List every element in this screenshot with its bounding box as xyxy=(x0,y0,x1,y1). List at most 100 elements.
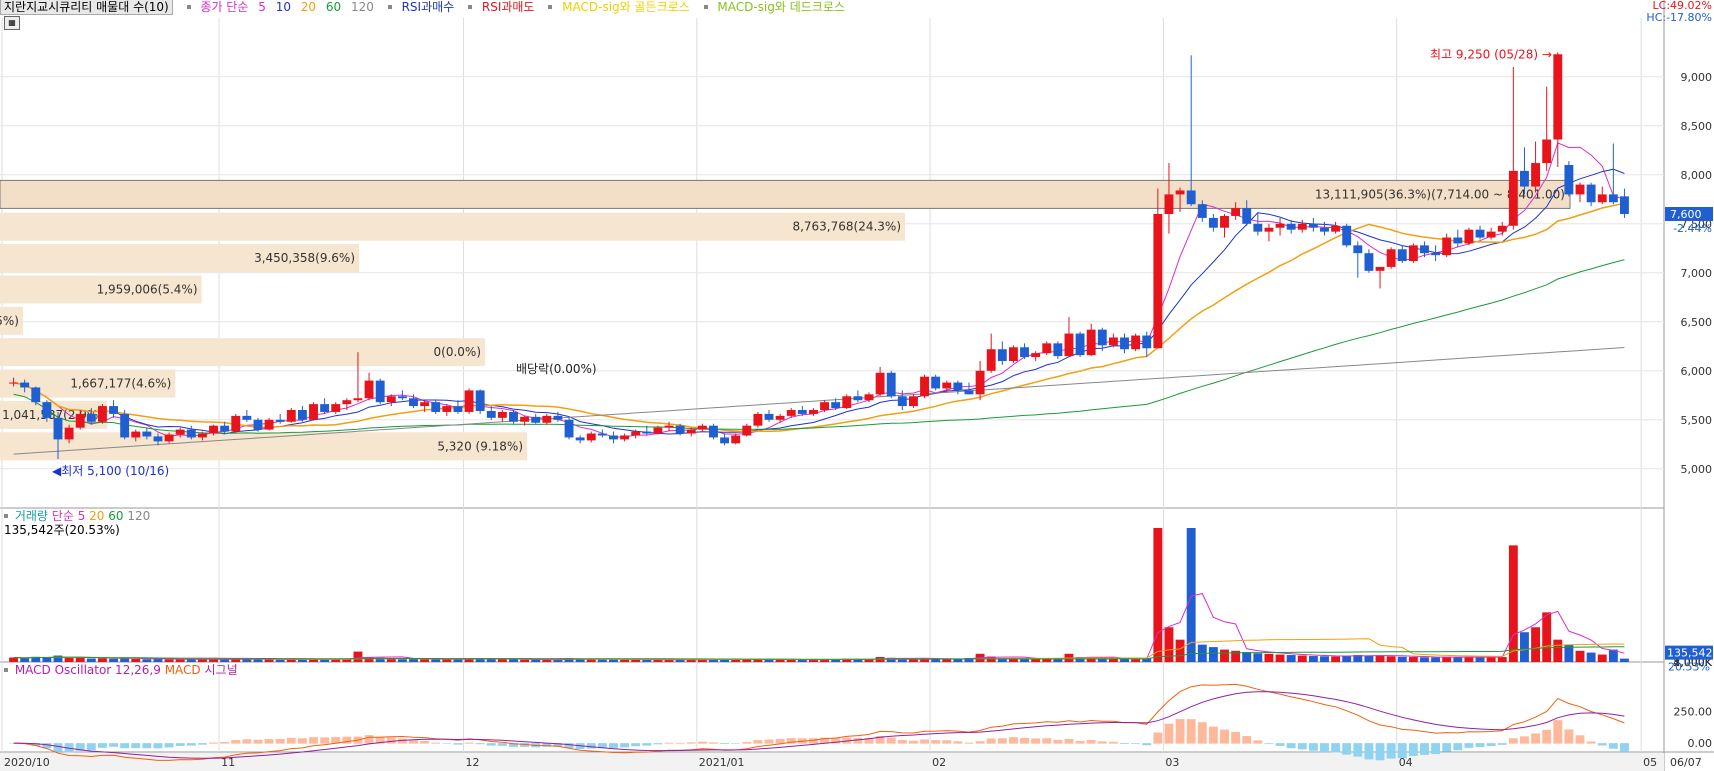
macd-osc-bar xyxy=(320,737,330,744)
volume-bar xyxy=(1531,627,1541,662)
volume-bar xyxy=(1331,656,1341,662)
macd-osc-bar xyxy=(620,743,630,748)
candle-body xyxy=(686,429,696,434)
macd-osc-bar xyxy=(386,737,396,744)
candle-body xyxy=(831,402,841,409)
macd-osc-bar xyxy=(1597,743,1607,746)
macd-osc-bar xyxy=(1264,743,1274,744)
candle-body xyxy=(353,398,363,401)
candle-body xyxy=(9,382,18,384)
candle-body xyxy=(1553,54,1563,140)
volume-profile-label: 8,763,768(24.3%) xyxy=(792,220,901,234)
volume-bar xyxy=(197,659,207,662)
candle-body xyxy=(1520,170,1529,187)
macd-osc-bar xyxy=(109,743,118,747)
volume-bar xyxy=(1120,659,1129,662)
high-annotation: 최고 9,250 (05/28) → xyxy=(1430,47,1552,61)
vol-ma120-label: 120 xyxy=(127,509,151,523)
macd-osc-bar xyxy=(1586,741,1596,744)
candle-body xyxy=(1208,217,1218,228)
candle-body xyxy=(31,387,41,403)
volume-bar xyxy=(86,658,96,662)
volume-bar xyxy=(1031,659,1041,662)
macd-osc-bar xyxy=(975,741,985,744)
candle-body xyxy=(842,396,852,409)
macd-osc-bar xyxy=(586,743,596,749)
macd-osc-bar xyxy=(1386,743,1396,759)
volume-bar xyxy=(331,659,341,662)
candle-body xyxy=(931,376,941,389)
candle-body xyxy=(109,406,118,414)
candle-body xyxy=(1231,208,1241,216)
macd-osc-bar xyxy=(631,743,641,747)
candle-body xyxy=(409,398,418,407)
volume-bar xyxy=(1131,659,1141,662)
candle-body xyxy=(364,380,374,399)
rsi-buy-label: RSI과매수 xyxy=(401,0,455,14)
candle-body xyxy=(420,402,430,407)
signal-label: 시그널 xyxy=(204,663,238,677)
volume-bar xyxy=(1320,656,1329,662)
macd-osc-bar xyxy=(464,742,474,744)
candle-body xyxy=(1386,249,1396,267)
candle-body xyxy=(597,433,607,436)
chart-title[interactable]: 지란지교시큐리티 매물대 수(10) xyxy=(0,0,173,15)
candle-body xyxy=(331,404,341,412)
macd-osc-bar xyxy=(1608,743,1618,749)
candle-body xyxy=(509,411,518,422)
volume-ma5-line xyxy=(13,592,1625,661)
candle-body xyxy=(1008,347,1018,361)
candle-body xyxy=(242,415,252,420)
candle-body xyxy=(531,416,541,423)
volume-bar xyxy=(1308,656,1318,662)
legend-bullet xyxy=(4,513,8,518)
volume-ma-title: 단순 xyxy=(51,509,74,523)
candle-body xyxy=(264,419,274,430)
volume-profile-label: 0(0.0%) xyxy=(434,345,481,359)
volume-current-pct: 20.53% xyxy=(1668,661,1710,674)
macd-osc-bar xyxy=(1131,743,1141,744)
volume-bar xyxy=(1597,654,1607,662)
macd-osc-bar xyxy=(1553,720,1563,744)
candle-body xyxy=(64,427,74,440)
volume-bar xyxy=(353,651,363,662)
candle-body xyxy=(1064,333,1074,357)
macd-osc-bar xyxy=(1353,743,1363,757)
price-tick-label: 6,000 xyxy=(1681,365,1713,378)
macd-osc-bar xyxy=(1097,741,1107,744)
volume-bar xyxy=(908,659,918,662)
candle-body xyxy=(886,372,896,397)
candle-body xyxy=(1086,329,1096,356)
macd-osc-bar xyxy=(731,743,741,744)
macd-osc-bar xyxy=(1020,737,1029,744)
candle-body xyxy=(908,396,918,407)
macd-osc-bar xyxy=(853,737,863,744)
candle-body xyxy=(620,435,630,440)
x-tick-label: 12 xyxy=(465,756,479,769)
macd-tick-label: 0.00 xyxy=(1688,737,1713,750)
grid-toggle-icon[interactable]: ▦ xyxy=(4,16,20,30)
candle-body xyxy=(342,400,352,405)
volume-title: 거래량 xyxy=(14,509,48,523)
hc-label: HC:-17.80% xyxy=(1646,11,1712,24)
macd-dead-label: MACD-sig와 데드크로스 xyxy=(717,0,845,14)
legend-bullet xyxy=(703,4,708,9)
candle-body xyxy=(1564,165,1574,195)
candle-body xyxy=(1042,343,1052,354)
candle-body xyxy=(209,425,218,434)
volume-bars xyxy=(9,528,1629,662)
candle-body xyxy=(164,434,174,442)
candle-body xyxy=(1197,204,1207,218)
volume-bar xyxy=(1153,528,1163,662)
candle-body xyxy=(753,413,763,426)
candle-body xyxy=(1264,227,1274,232)
macd-osc-bar xyxy=(164,743,174,748)
ma60-label: 60 xyxy=(325,0,342,14)
macd-osc-bar xyxy=(1153,732,1163,744)
volume-bar xyxy=(1542,612,1552,662)
macd-osc-bar xyxy=(186,743,196,746)
macd-osc-bar xyxy=(709,742,718,744)
volume-bar xyxy=(1053,659,1063,662)
candle-body xyxy=(775,415,785,420)
macd-osc-bar xyxy=(753,740,763,744)
